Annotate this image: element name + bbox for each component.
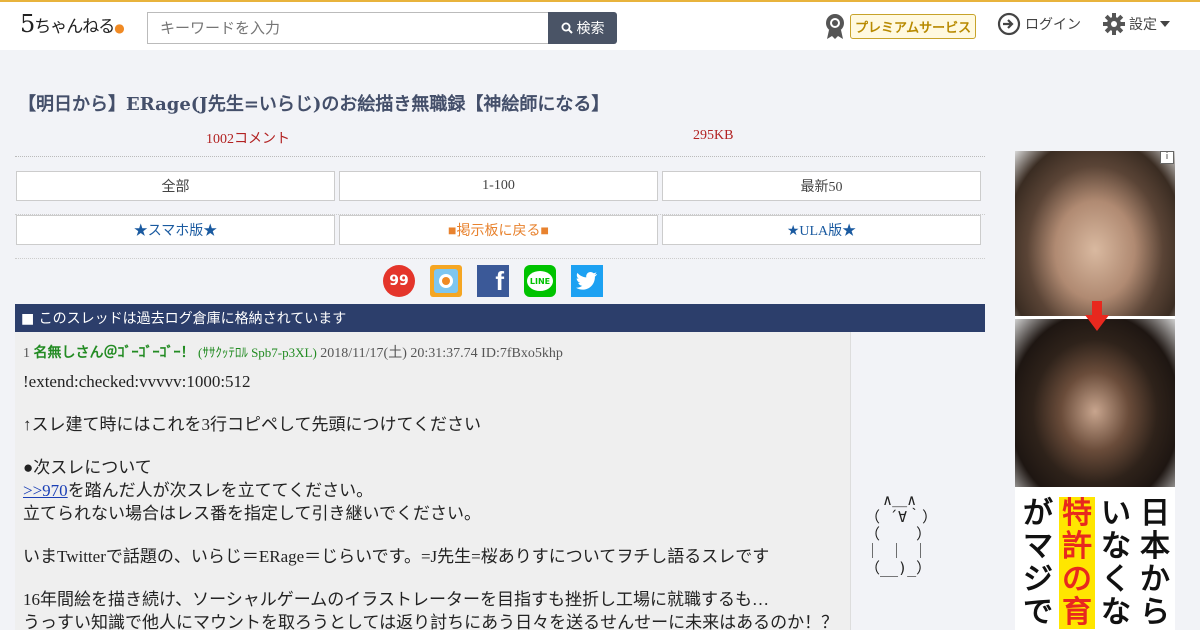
line-bubble: LINE — [527, 271, 553, 291]
ad-text-col: 日本から — [1140, 496, 1170, 630]
header: 5ちゃんねる● 検索 プレミアムサービス ログイン 設定 — [0, 0, 1200, 50]
line-icon[interactable]: LINE — [524, 265, 556, 297]
twitter-icon[interactable] — [571, 265, 603, 297]
post-line: ●次スレについて — [23, 458, 152, 477]
ula-version-button[interactable]: ★ULA版★ — [662, 215, 981, 245]
post-gap — [23, 436, 848, 456]
thread-meta: 1002コメント 295KB — [15, 127, 985, 157]
logo-number: 5 — [20, 10, 35, 38]
nav-row-1: 全部 1-100 最新50 — [15, 171, 985, 215]
post-number[interactable]: 1 — [23, 346, 30, 361]
settings-label: 設定 — [1129, 17, 1157, 33]
premium-badge-icon — [826, 14, 844, 39]
post-body: !extend:checked:vvvvv:1000:512 ↑スレ建て時にはこ… — [23, 370, 848, 630]
facebook-icon[interactable]: f — [477, 265, 509, 297]
settings-menu[interactable]: 設定 — [1102, 12, 1170, 36]
post-gap — [23, 525, 848, 545]
login-link[interactable]: ログイン — [997, 12, 1081, 36]
line-icon-label: LINE — [529, 276, 551, 286]
nav-all-button[interactable]: 全部 — [16, 171, 335, 201]
post-trip: (ｻｻｸｯﾃﾛﾙ Spb7-p3XL) — [198, 345, 317, 360]
post-1: 1 名無しさん＠ｺﾞｰｺﾞｰｺﾞｰ！ (ｻｻｸｯﾃﾛﾙ Spb7-p3XL) 2… — [15, 332, 851, 630]
ad-image-after — [1015, 319, 1175, 487]
ad-text-col-highlight: 特許の育 — [1059, 497, 1095, 629]
bookmark-icon[interactable] — [430, 265, 462, 297]
nav-latest50-button[interactable]: 最新50 — [662, 171, 981, 201]
back-to-board-button[interactable]: ■掲示板に戻る■ — [339, 215, 658, 245]
ad-text-area: 日本から いなくな 特許の育 がマジで — [1015, 489, 1175, 630]
post-name: 名無しさん＠ｺﾞｰｺﾞｰｺﾞｰ！ — [33, 345, 195, 361]
post-date: 2018/11/17(土) 20:31:37.74 — [320, 346, 478, 361]
smartphone-version-button[interactable]: ★スマホ版★ — [16, 215, 335, 245]
post-line: うっすい知識で他人にマウントを取ろうとしては返り討ちにあう日々を送るせんせーに未… — [23, 613, 839, 630]
twitter-bird — [576, 272, 597, 290]
post-gap — [23, 568, 848, 588]
premium-label: プレミアムサービス — [850, 13, 977, 39]
premium-service-link[interactable]: プレミアムサービス — [824, 12, 977, 40]
gear-icon — [1103, 13, 1125, 35]
search-button[interactable]: 検索 — [548, 12, 617, 44]
sidebar-ad[interactable]: 日本から いなくな 特許の育 がマジで i — [1015, 151, 1175, 630]
search-button-label: 検索 — [576, 21, 605, 37]
post-gap — [23, 393, 848, 413]
search-input[interactable] — [147, 12, 549, 44]
post-line: 立てられない場合はレス番を指定して引き継いでください。 — [23, 504, 481, 523]
post-line-rest: を踏んだ人が次スレを立ててください。 — [67, 481, 374, 500]
post-line: 16年間絵を描き続け、ソーシャルゲームのイラストレーターを目指すも挫折し工場に就… — [23, 590, 769, 609]
arrow-down-icon — [1085, 301, 1109, 331]
facebook-icon-label: f — [495, 266, 504, 296]
thread-size: 295KB — [693, 128, 734, 143]
post-line: !extend:checked:vvvvv:1000:512 — [23, 372, 251, 391]
reply-anchor-link[interactable]: >>970 — [23, 481, 68, 500]
post-line: いまTwitterで話題の、いらじ＝ERage＝じらいです。=J先生=桜ありすに… — [23, 547, 770, 566]
99-icon-label: 99 — [389, 273, 409, 289]
bookmark-graphic — [434, 269, 458, 293]
ascii-art: ∧＿∧ （ ´∀｀） （ ） ｜ ｜ ｜ （__)_） — [865, 491, 938, 577]
logo-dot: ● — [114, 21, 125, 35]
99-icon[interactable]: 99 — [383, 265, 415, 297]
search-icon — [561, 22, 573, 34]
post-line: ↑スレ建て時にはこれを3行コピペして先頭につけてください — [23, 415, 481, 434]
ad-info-icon[interactable]: i — [1160, 151, 1174, 164]
login-label: ログイン — [1025, 17, 1081, 33]
caret-down-icon — [1160, 21, 1170, 27]
ad-text-col: いなくな — [1101, 496, 1131, 630]
ad-image-before — [1015, 151, 1175, 316]
nav-1-100-button[interactable]: 1-100 — [339, 171, 658, 201]
comment-count: 1002コメント — [206, 132, 290, 147]
archive-notice: ■ このスレッドは過去ログ倉庫に格納されています — [15, 304, 985, 332]
post-id[interactable]: ID:7fBxo5khp — [481, 346, 563, 361]
share-buttons: 99 f LINE — [15, 265, 985, 299]
nav-row-2: ★スマホ版★ ■掲示板に戻る■ ★ULA版★ — [15, 215, 985, 259]
site-logo[interactable]: 5ちゃんねる● — [20, 10, 125, 38]
ad-text-col: がマジで — [1023, 496, 1053, 630]
post-line: >>970を踏んだ人が次スレを立ててください。 — [23, 479, 848, 502]
post-header: 1 名無しさん＠ｺﾞｰｺﾞｰｺﾞｰ！ (ｻｻｸｯﾃﾛﾙ Spb7-p3XL) 2… — [23, 342, 563, 362]
login-icon — [997, 12, 1021, 36]
thread-title: 【明日から】ERage(J先生=いらじ)のお絵描き無職録【神絵師になる】 — [18, 94, 610, 115]
logo-text: ちゃんねる — [34, 17, 115, 37]
